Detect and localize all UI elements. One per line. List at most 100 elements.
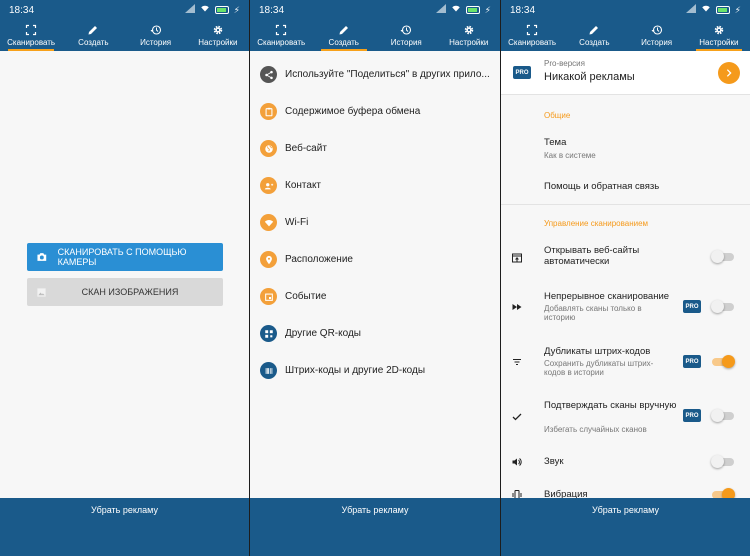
create-item-contact[interactable]: Контакт xyxy=(250,167,500,204)
tab-bar: Сканировать Создать История Настройки xyxy=(0,20,249,51)
battery-icon xyxy=(465,6,480,14)
gear-icon xyxy=(212,24,224,36)
arrow-right-icon[interactable] xyxy=(718,62,740,84)
remove-ads-label: Убрать рекламу xyxy=(592,505,659,515)
signal-icon xyxy=(184,4,195,16)
setting-subtitle: Сохранить дубликаты штрих-кодов в истори… xyxy=(544,359,654,377)
qr-icon xyxy=(260,325,277,342)
tab-label: Сканировать xyxy=(7,38,56,47)
charging-icon: ⚡ xyxy=(484,4,491,15)
scan-image-button[interactable]: СКАН ИЗОБРАЖЕНИЯ xyxy=(27,278,223,306)
pencil-icon xyxy=(338,24,350,36)
setting-title: Дубликаты штрих-кодов xyxy=(544,346,651,357)
tab-history[interactable]: История xyxy=(626,20,688,51)
tab-scan[interactable]: Сканировать xyxy=(250,20,313,51)
setting-title: Звук xyxy=(544,456,564,467)
tab-bar: Сканировать Создать История Настройки xyxy=(501,20,750,51)
create-item-wifi[interactable]: Wi-Fi xyxy=(250,204,500,241)
tab-label: Настройки xyxy=(699,38,739,47)
create-item-qr[interactable]: Другие QR-коды xyxy=(250,315,500,352)
pencil-icon xyxy=(87,24,99,36)
open-in-browser-icon xyxy=(511,251,523,263)
tab-bar: Сканировать Создать История Настройки xyxy=(250,20,500,51)
manual-confirm-toggle[interactable] xyxy=(711,409,734,422)
pro-badge: PRO xyxy=(513,66,531,79)
duplicates-toggle[interactable] xyxy=(712,355,735,368)
status-bar: 18:34 ⚡ xyxy=(0,0,249,20)
create-item-website[interactable]: Веб-сайт xyxy=(250,130,500,167)
tab-settings[interactable]: Настройки xyxy=(187,20,249,51)
create-item-event[interactable]: Событие xyxy=(250,278,500,315)
status-bar: 18:34 ⚡ xyxy=(250,0,500,20)
create-item-share[interactable]: Используйте "Поделиться" в других прило.… xyxy=(250,56,500,93)
tab-settings[interactable]: Настройки xyxy=(438,20,501,51)
pro-badge: PRO xyxy=(683,409,701,422)
tab-scan[interactable]: Сканировать xyxy=(501,20,563,51)
theme-subtitle: Как в системе xyxy=(544,151,596,160)
setting-title: Открывать веб-сайты автоматически xyxy=(544,245,640,267)
theme-title[interactable]: Тема xyxy=(544,137,684,148)
contact-icon xyxy=(260,177,277,194)
wifi-icon xyxy=(701,4,711,16)
tab-label: Сканировать xyxy=(508,38,557,47)
history-icon xyxy=(150,24,162,36)
create-item-label: Другие QR-коды xyxy=(285,328,361,339)
status-time: 18:34 xyxy=(510,4,536,16)
scan-icon xyxy=(526,24,538,36)
tab-history[interactable]: История xyxy=(375,20,438,51)
fast-forward-icon xyxy=(511,300,523,312)
history-icon xyxy=(651,24,663,36)
setting-subtitle: Избегать случайных сканов xyxy=(544,425,647,434)
scan-camera-button[interactable]: СКАНИРОВАТЬ С ПОМОЩЬЮ КАМЕРЫ xyxy=(27,243,223,271)
clipboard-icon xyxy=(260,103,277,120)
image-icon xyxy=(37,287,46,297)
barcode-icon xyxy=(260,362,277,379)
remove-ads-bar[interactable]: Убрать рекламу xyxy=(501,498,750,556)
status-bar: 18:34 ⚡ xyxy=(501,0,750,20)
setting-title: Непрерывное сканирование xyxy=(544,291,670,302)
tab-label: История xyxy=(390,38,422,47)
setting-title: Подтверждать сканы вручную xyxy=(544,400,677,411)
speaker-icon xyxy=(511,455,523,467)
pro-version-caption: Pro-версия xyxy=(544,59,585,68)
remove-ads-bar[interactable]: Убрать рекламу xyxy=(250,498,500,556)
tab-scan[interactable]: Сканировать xyxy=(0,20,62,51)
pro-badge: PRO xyxy=(683,355,701,368)
remove-ads-label: Убрать рекламу xyxy=(341,505,409,515)
create-item-location[interactable]: Расположение xyxy=(250,241,500,278)
continuous-scan-toggle[interactable] xyxy=(711,300,734,313)
location-icon xyxy=(260,251,277,268)
checkmark-icon xyxy=(511,410,523,422)
tab-settings[interactable]: Настройки xyxy=(688,20,750,51)
help-feedback[interactable]: Помощь и обратная связь xyxy=(544,181,684,192)
battery-icon xyxy=(715,6,730,14)
tab-label: Создать xyxy=(328,38,359,47)
create-screen: 18:34 ⚡ Сканировать Создать История Наст… xyxy=(250,0,500,556)
remove-ads-bar[interactable]: Убрать рекламу xyxy=(0,498,249,556)
tab-label: Настройки xyxy=(198,38,238,47)
pro-badge: PRO xyxy=(683,300,701,313)
signal-icon xyxy=(685,4,696,16)
tab-create[interactable]: Создать xyxy=(62,20,124,51)
pencil-icon xyxy=(588,24,600,36)
scan-icon xyxy=(25,24,37,36)
filter-icon xyxy=(511,355,523,367)
tab-create[interactable]: Создать xyxy=(563,20,625,51)
open-websites-toggle[interactable] xyxy=(711,250,734,263)
gear-icon xyxy=(713,24,725,36)
sound-toggle[interactable] xyxy=(711,455,734,468)
section-general: Общие xyxy=(544,111,571,120)
tab-create[interactable]: Создать xyxy=(313,20,376,51)
globe-icon xyxy=(260,140,277,157)
pro-version-title: Никакой рекламы xyxy=(544,71,635,83)
tab-label: Создать xyxy=(78,38,109,47)
create-item-barcode[interactable]: Штрих-коды и другие 2D-коды xyxy=(250,352,500,389)
tab-label: Создать xyxy=(579,38,610,47)
create-item-clipboard[interactable]: Содержимое буфера обмена xyxy=(250,93,500,130)
tab-label: Настройки xyxy=(449,38,489,47)
status-time: 18:34 xyxy=(259,4,285,16)
wifi-icon xyxy=(260,214,277,231)
remove-ads-label: Убрать рекламу xyxy=(91,505,158,515)
tab-history[interactable]: История xyxy=(125,20,187,51)
pro-version-row[interactable]: PRO Pro-версия Никакой рекламы xyxy=(501,51,750,95)
